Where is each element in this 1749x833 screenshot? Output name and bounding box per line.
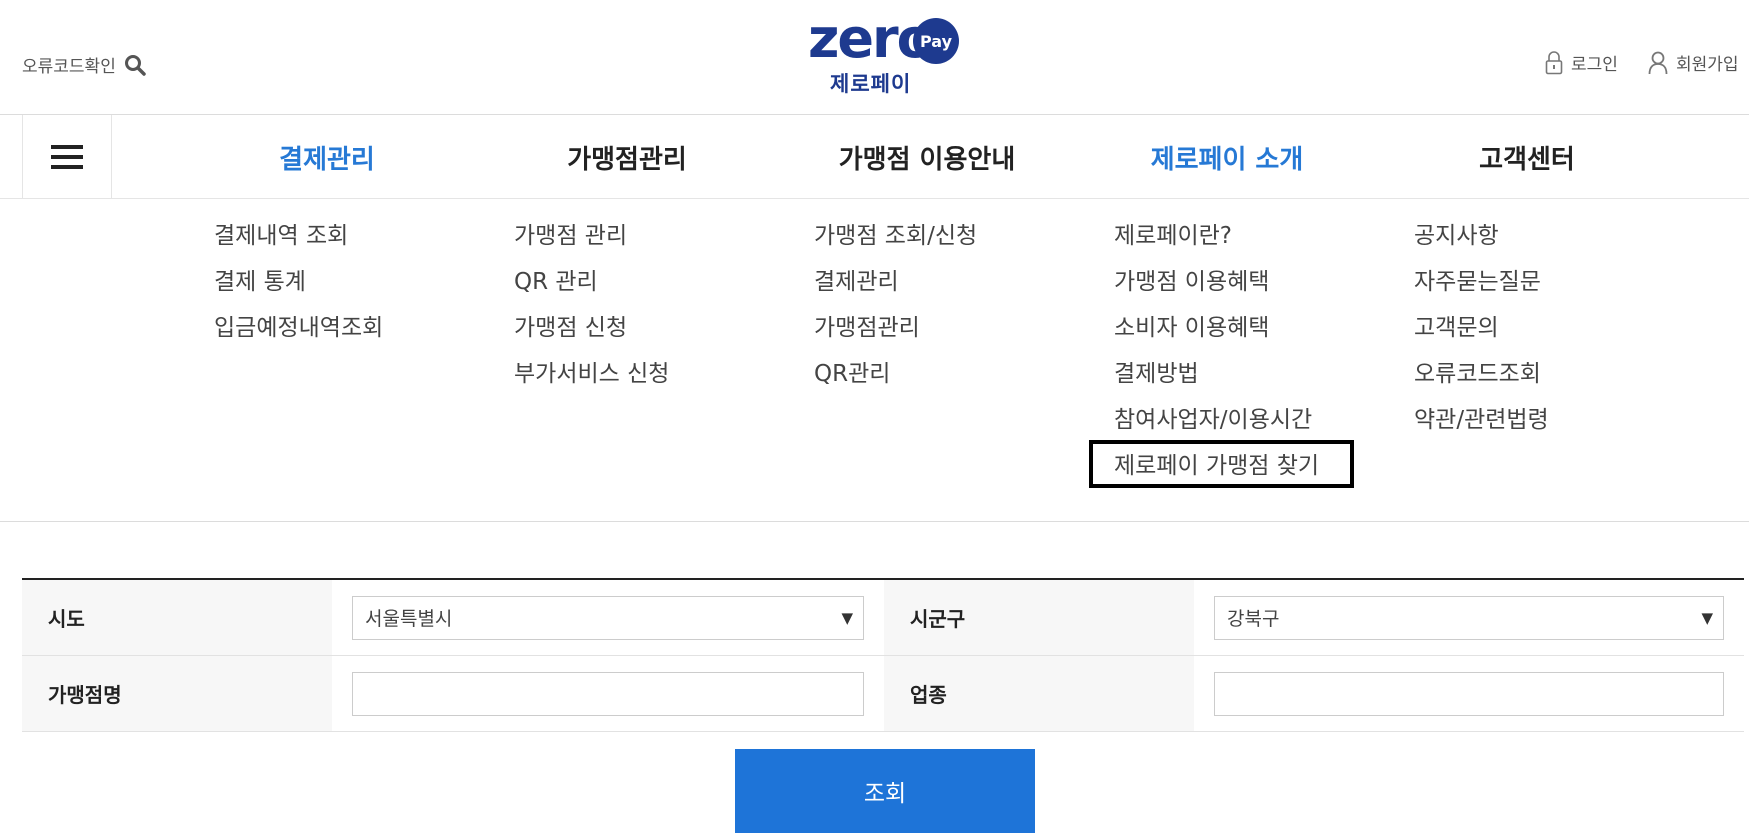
- nav-store-management[interactable]: 가맹점관리: [527, 115, 727, 199]
- site-header: 오류코드확인 zero Pay 제로페이 로그인 회원가입: [0, 0, 1749, 115]
- menu-item[interactable]: 가맹점 신청: [514, 310, 669, 356]
- menu-item[interactable]: 오류코드조회: [1414, 356, 1549, 402]
- category-label: 업종: [884, 656, 1194, 731]
- hamburger-icon: [51, 145, 83, 169]
- store-name-cell: [332, 656, 884, 731]
- menu-item[interactable]: 가맹점 이용혜택: [1114, 264, 1319, 310]
- store-name-input[interactable]: [352, 671, 864, 716]
- sigungu-cell: 강북구 ▼: [1194, 580, 1744, 655]
- dropdown-arrow-icon: ▼: [1701, 608, 1713, 627]
- join-link[interactable]: 회원가입: [1648, 50, 1739, 75]
- sido-value: 서울특별시: [365, 608, 453, 630]
- lock-icon: [1545, 50, 1563, 74]
- search-icon: [124, 54, 146, 76]
- sigungu-select[interactable]: 강북구 ▼: [1214, 595, 1724, 640]
- sigungu-label: 시군구: [884, 580, 1194, 655]
- user-icon: [1648, 51, 1668, 74]
- sido-select[interactable]: 서울특별시 ▼: [352, 595, 864, 640]
- join-label: 회원가입: [1676, 55, 1739, 75]
- store-name-label: 가맹점명: [22, 656, 332, 731]
- nav-payment-management[interactable]: 결제관리: [227, 115, 427, 199]
- menu-item[interactable]: 가맹점 관리: [514, 218, 669, 264]
- nav-customer-center[interactable]: 고객센터: [1427, 115, 1627, 199]
- sido-cell: 서울특별시 ▼: [332, 580, 884, 655]
- category-cell: [1194, 656, 1744, 731]
- menu-item[interactable]: 고객문의: [1414, 310, 1549, 356]
- hamburger-menu-button[interactable]: [22, 115, 112, 199]
- menu-item[interactable]: 자주묻는질문: [1414, 264, 1549, 310]
- logo-subtitle: 제로페이: [830, 72, 912, 96]
- store-search-form: 시도 서울특별시 ▼ 시군구 강북구 ▼ 가맹점명 업종: [22, 578, 1744, 732]
- menu-item[interactable]: QR관리: [814, 356, 977, 402]
- nav-zeropay-intro[interactable]: 제로페이 소개: [1107, 115, 1347, 199]
- menu-item[interactable]: 결제 통계: [214, 264, 383, 310]
- menu-item[interactable]: QR 관리: [514, 264, 669, 310]
- submenu-store-guide: 가맹점 조회/신청 결제관리 가맹점관리 QR관리: [814, 218, 977, 402]
- error-code-label: 오류코드확인: [22, 57, 116, 77]
- login-label: 로그인: [1571, 55, 1618, 75]
- login-link[interactable]: 로그인: [1545, 50, 1618, 75]
- highlight-box: [1089, 440, 1354, 488]
- menu-item[interactable]: 결제방법: [1114, 356, 1319, 402]
- menu-item[interactable]: 결제내역 조회: [214, 218, 383, 264]
- menu-item[interactable]: 약관/관련법령: [1414, 402, 1549, 448]
- form-row-region: 시도 서울특별시 ▼ 시군구 강북구 ▼: [22, 580, 1744, 656]
- category-input[interactable]: [1214, 671, 1724, 716]
- form-row-store: 가맹점명 업종: [22, 656, 1744, 732]
- logo-pay-badge: Pay: [913, 18, 959, 64]
- menu-item[interactable]: 결제관리: [814, 264, 977, 310]
- dropdown-arrow-icon: ▼: [841, 608, 853, 627]
- menu-item[interactable]: 가맹점관리: [814, 310, 977, 356]
- submenu-payment: 결제내역 조회 결제 통계 입금예정내역조회: [214, 218, 383, 356]
- menu-item[interactable]: 부가서비스 신청: [514, 356, 669, 402]
- sigungu-value: 강북구: [1227, 608, 1280, 630]
- nav-store-guide[interactable]: 가맹점 이용안내: [807, 115, 1047, 199]
- search-button[interactable]: 조회: [735, 749, 1035, 833]
- menu-divider: [0, 521, 1749, 522]
- sido-label: 시도: [22, 580, 332, 655]
- error-code-link[interactable]: 오류코드확인: [22, 52, 146, 77]
- submenu-customer-center: 공지사항 자주묻는질문 고객문의 오류코드조회 약관/관련법령: [1414, 218, 1549, 448]
- zeropay-logo[interactable]: zero Pay 제로페이: [805, 8, 965, 98]
- menu-item[interactable]: 공지사항: [1414, 218, 1549, 264]
- main-nav: 결제관리 가맹점관리 가맹점 이용안내 제로페이 소개 고객센터: [0, 115, 1749, 199]
- menu-item[interactable]: 소비자 이용혜택: [1114, 310, 1319, 356]
- menu-item[interactable]: 가맹점 조회/신청: [814, 218, 977, 264]
- menu-item[interactable]: 입금예정내역조회: [214, 310, 383, 356]
- menu-item[interactable]: 제로페이란?: [1114, 218, 1319, 264]
- submenu-store: 가맹점 관리 QR 관리 가맹점 신청 부가서비스 신청: [514, 218, 669, 402]
